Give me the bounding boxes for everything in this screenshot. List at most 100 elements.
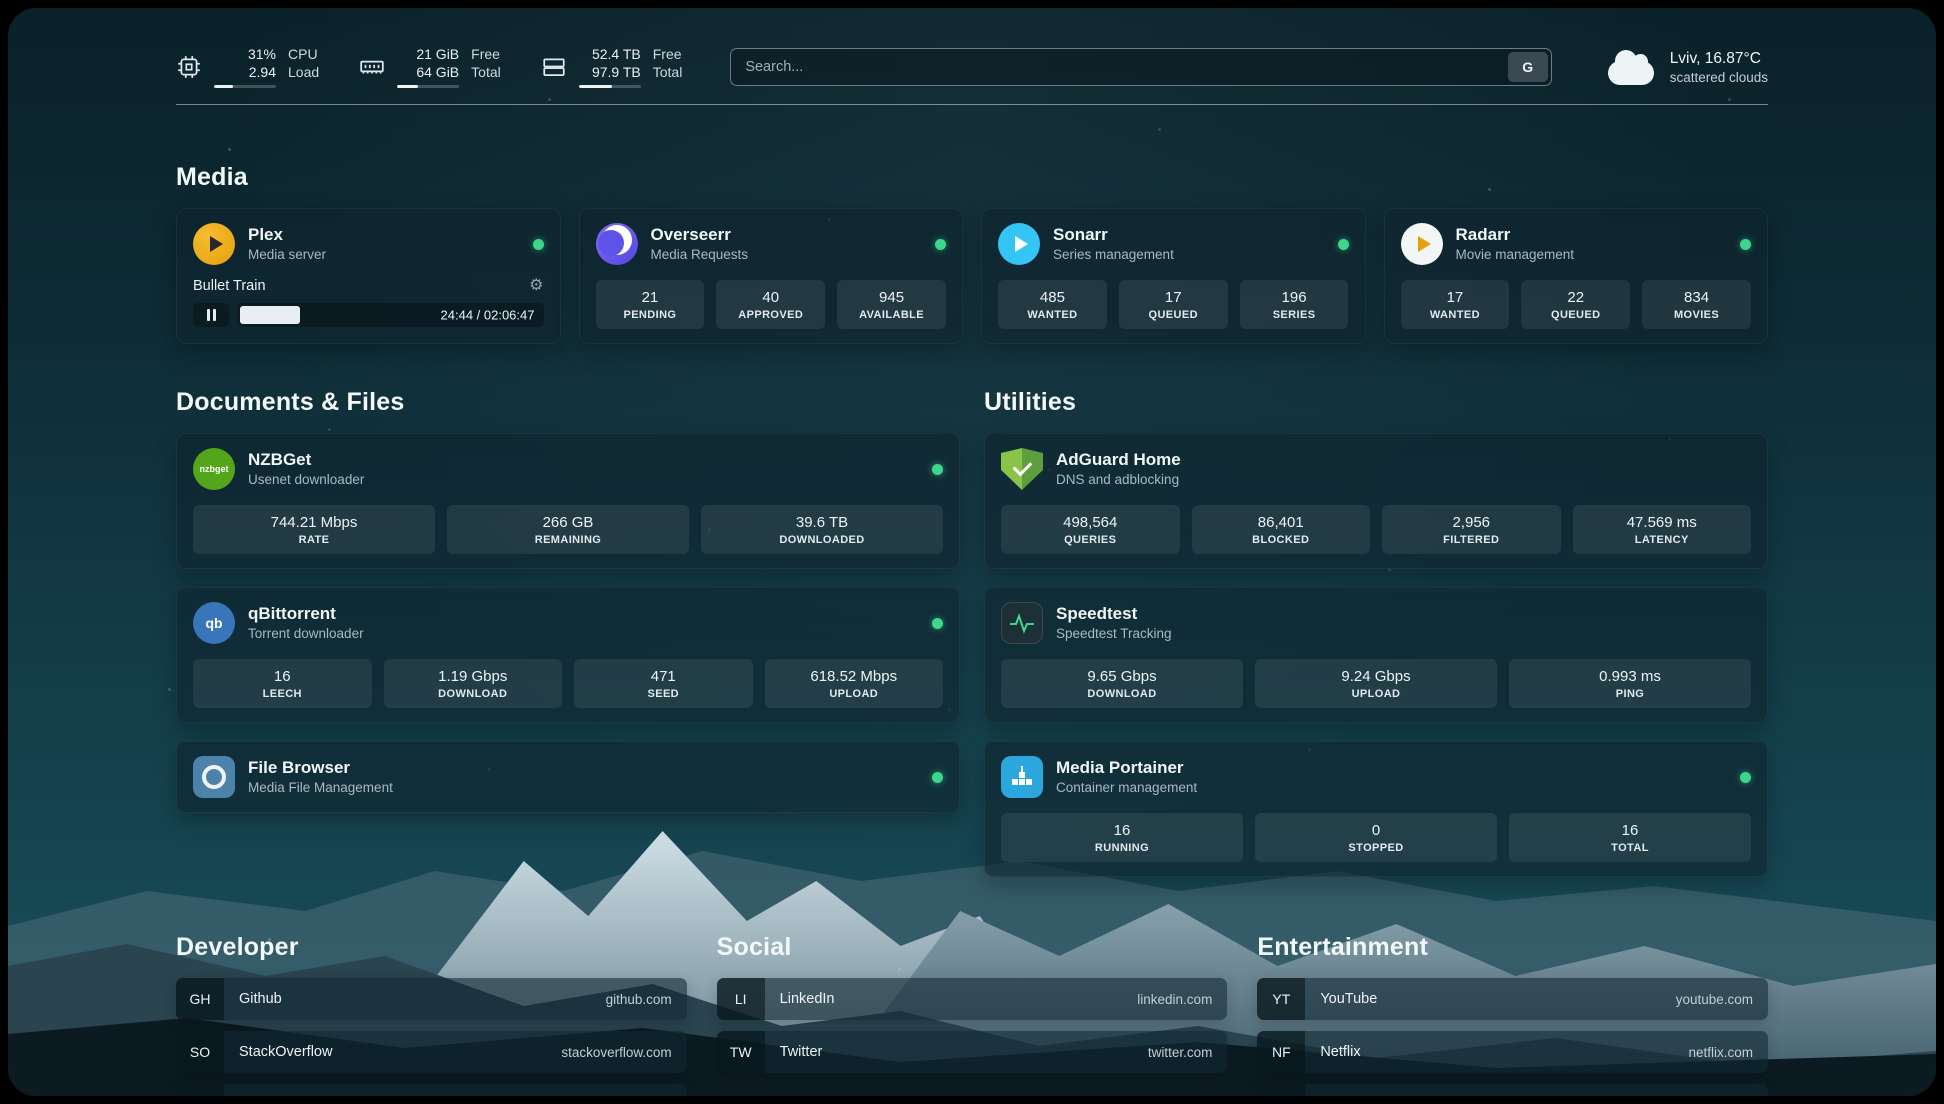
bookmark-abbr: DT — [176, 1084, 224, 1096]
ram-widget: 21 GiB 64 GiB Free Total — [359, 46, 501, 88]
nzbget-icon: nzbget — [193, 448, 235, 490]
portainer-card[interactable]: Media Portainer Container management 16 … — [984, 741, 1768, 877]
stat-filtered: 2,956 FILTERED — [1382, 505, 1561, 554]
service-subtitle: DNS and adblocking — [1056, 472, 1181, 489]
disk-label-2: Total — [653, 64, 683, 82]
status-dot — [533, 239, 544, 250]
status-dot — [932, 618, 943, 629]
stat-value: 744.21 Mbps — [197, 514, 431, 531]
qbittorrent-card[interactable]: qb qBittorrent Torrent downloader 16 LEE… — [176, 587, 960, 723]
adguard-shield-icon — [1001, 448, 1043, 490]
radarr-card[interactable]: Radarr Movie management 17 WANTED 22 QUE… — [1384, 208, 1769, 344]
speedtest-card[interactable]: Speedtest Speedtest Tracking 9.65 Gbps D… — [984, 587, 1768, 723]
stat-pending: 21 PENDING — [596, 280, 705, 329]
stat-series: 196 SERIES — [1240, 280, 1349, 329]
stat-label: LEECH — [197, 688, 368, 700]
filebrowser-card[interactable]: File Browser Media File Management — [176, 741, 960, 813]
stat-stopped: 0 STOPPED — [1255, 813, 1497, 862]
stat-value: 2,956 — [1386, 514, 1557, 531]
stat-label: QUEUED — [1525, 309, 1626, 321]
stat-label: APPROVED — [720, 309, 821, 321]
bookmark-group-title: Social — [717, 933, 1228, 962]
portainer-icon — [1001, 756, 1043, 798]
section-title-utilities: Utilities — [984, 388, 1768, 417]
bookmark-name: Netflix — [1305, 1044, 1360, 1060]
bookmark-github[interactable]: GH Github github.com — [176, 978, 687, 1020]
settings-gear-icon[interactable]: ⚙ — [529, 278, 543, 294]
service-name: Media Portainer — [1056, 757, 1197, 778]
weather-widget: Lviv, 16.87°C scattered clouds — [1608, 49, 1768, 85]
service-subtitle: Series management — [1053, 247, 1174, 264]
top-bar: 31% 2.94 CPU Load 21 GiB — [176, 46, 1768, 88]
ram-label-2: Total — [471, 64, 501, 82]
bookmark-linkedin[interactable]: LI LinkedIn linkedin.com — [717, 978, 1228, 1020]
disk-labels: Free Total — [653, 46, 683, 88]
stat-available: 945 AVAILABLE — [837, 280, 946, 329]
stat-value: 9.65 Gbps — [1005, 668, 1239, 685]
nzbget-card[interactable]: nzbget NZBGet Usenet downloader 744.21 M… — [176, 433, 960, 569]
overseerr-icon — [596, 223, 638, 265]
bookmark-twitter[interactable]: TW Twitter twitter.com — [717, 1031, 1228, 1073]
bookmark-group-title: Developer — [176, 933, 687, 962]
plex-card[interactable]: Plex Media server Bullet Train ⚙ 24:4 — [176, 208, 561, 344]
adguard-card[interactable]: AdGuard Home DNS and adblocking 498,564 … — [984, 433, 1768, 569]
cloud-icon — [1608, 61, 1654, 85]
stat-label: DOWNLOAD — [1005, 688, 1239, 700]
bookmark-abbr: RE — [1257, 1084, 1305, 1096]
playback-progress-bar[interactable]: 24:44 / 02:06:47 — [237, 303, 544, 327]
service-name: AdGuard Home — [1056, 449, 1181, 470]
service-subtitle: Media File Management — [248, 780, 393, 797]
bookmark-youtube[interactable]: YT YouTube youtube.com — [1257, 978, 1768, 1020]
stat-label: REMAINING — [451, 534, 685, 546]
stat-value: 86,401 — [1196, 514, 1367, 531]
stat-value: 47.569 ms — [1577, 514, 1748, 531]
bookmark-name: StackOverflow — [224, 1044, 332, 1060]
search-bar[interactable]: G — [730, 48, 1551, 86]
sonarr-card[interactable]: Sonarr Series management 485 WANTED 17 Q… — [981, 208, 1366, 344]
stat-value: 0 — [1259, 822, 1493, 839]
weather-text: Lviv, 16.87°C scattered clouds — [1670, 50, 1768, 85]
bookmark-group-developer: Developer GH Github github.com SO StackO… — [176, 933, 687, 1096]
stat-value: 22 — [1525, 289, 1626, 306]
stat-value: 471 — [578, 668, 749, 685]
disk-values: 52.4 TB 97.9 TB — [579, 46, 641, 88]
stat-value: 945 — [841, 289, 942, 306]
system-metrics: 31% 2.94 CPU Load 21 GiB — [176, 46, 682, 88]
cpu-percent: 31% — [248, 46, 276, 64]
bookmark-abbr: YT — [1257, 978, 1305, 1020]
bookmark-name: LinkedIn — [765, 991, 835, 1007]
playback-progress-fill — [240, 306, 300, 324]
bookmark-netflix[interactable]: NF Netflix netflix.com — [1257, 1031, 1768, 1073]
overseerr-card[interactable]: Overseerr Media Requests 21 PENDING 40 A… — [579, 208, 964, 344]
cpu-labels: CPU Load — [288, 46, 319, 88]
weather-condition: scattered clouds — [1670, 70, 1768, 85]
stat-label: PING — [1513, 688, 1747, 700]
stat-queued: 22 QUEUED — [1521, 280, 1630, 329]
status-dot — [1740, 772, 1751, 783]
plex-icon — [193, 223, 235, 265]
bookmark-stackoverflow[interactable]: SO StackOverflow stackoverflow.com — [176, 1031, 687, 1073]
stat-blocked: 86,401 BLOCKED — [1192, 505, 1371, 554]
cpu-values: 31% 2.94 — [214, 46, 276, 88]
stat-label: STOPPED — [1259, 842, 1493, 854]
now-playing-title: Bullet Train — [193, 278, 266, 294]
service-name: File Browser — [248, 757, 393, 778]
cpu-icon — [176, 54, 202, 80]
stat-value: 16 — [197, 668, 368, 685]
service-subtitle: Movie management — [1456, 247, 1575, 264]
bookmark-dev[interactable]: DT DEV dev.to — [176, 1084, 687, 1096]
stat-upload: 618.52 Mbps UPLOAD — [765, 659, 944, 708]
ram-label-1: Free — [471, 46, 501, 64]
bookmark-reddit[interactable]: RE Reddit reddit.com — [1257, 1084, 1768, 1096]
stat-label: WANTED — [1002, 309, 1103, 321]
stat-label: TOTAL — [1513, 842, 1747, 854]
filebrowser-icon — [193, 756, 235, 798]
search-provider-button[interactable]: G — [1508, 52, 1548, 82]
stat-value: 17 — [1405, 289, 1506, 306]
disk-icon — [541, 54, 567, 80]
stat-value: 196 — [1244, 289, 1345, 306]
pause-button[interactable] — [193, 303, 229, 327]
search-input[interactable] — [731, 49, 1504, 85]
stat-value: 16 — [1005, 822, 1239, 839]
stat-label: WANTED — [1405, 309, 1506, 321]
